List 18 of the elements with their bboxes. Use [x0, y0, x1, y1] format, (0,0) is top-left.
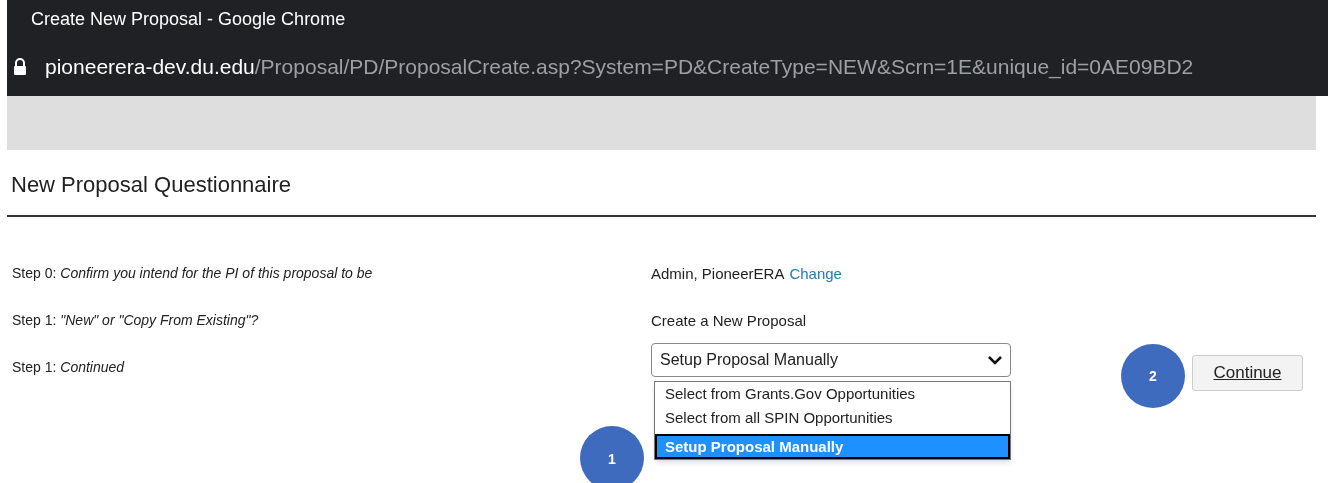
- callout-badge: 1: [580, 426, 644, 483]
- step-label: Step 1: Continued: [12, 358, 126, 377]
- page-heading: New Proposal Questionnaire: [7, 168, 1316, 217]
- pi-name: Admin, PioneerERA: [651, 264, 785, 284]
- continue-button[interactable]: Continue: [1192, 355, 1303, 391]
- chevron-down-icon: [988, 355, 1002, 365]
- window-title: Create New Proposal - Google Chrome: [31, 7, 346, 31]
- lock-icon: [13, 58, 27, 76]
- step-label: Step 1: "New" or "Copy From Existing"?: [12, 311, 260, 330]
- proposal-type-select[interactable]: Setup Proposal Manually: [651, 343, 1011, 377]
- dropdown-option[interactable]: Select from all SPIN Opportunities: [655, 406, 1010, 430]
- step-label: Step 0: Confirm you intend for the PI of this proposal to be: [12, 264, 374, 283]
- address-bar[interactable]: pioneerera-dev.du.edu/Proposal/PD/ProposalCreate.asp?System=PD&CreateType=NEW&Scrn=1E&unique_id=0AE09BD2: [7, 38, 1328, 96]
- dropdown-option[interactable]: Select from Grants.Gov Opportunities: [655, 382, 1010, 406]
- url-text: pioneerera-dev.du.edu/Proposal/PD/ProposalCreate.asp?System=PD&CreateType=NEW&Scrn=1E&unique_id=0AE09BD2: [45, 54, 1194, 81]
- change-link[interactable]: Change: [789, 263, 842, 286]
- step-value: Create a New Proposal: [651, 311, 807, 331]
- callout-badge: 2: [1121, 344, 1185, 408]
